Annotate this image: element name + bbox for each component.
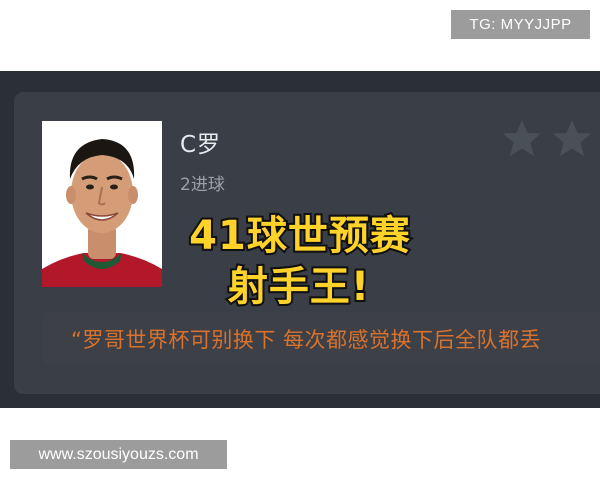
tg-watermark: TG: MYYJJPP [451,10,590,39]
headline-line-1: 41球世预赛 [187,211,412,261]
site-watermark: www.szousiyouzs.com [10,440,227,469]
quote-text: “罗哥世界杯可别换下 每次都感觉换下后全队都丢 [71,328,542,352]
player-name: C罗 [180,132,222,158]
player-goals: 2进球 [180,175,225,195]
star-icon [550,117,594,161]
quote-box: “罗哥世界杯可别换下 每次都感觉换下后全队都丢 [43,312,600,364]
star-icon [500,117,544,161]
headline-line-2: 射手王! [226,262,371,312]
